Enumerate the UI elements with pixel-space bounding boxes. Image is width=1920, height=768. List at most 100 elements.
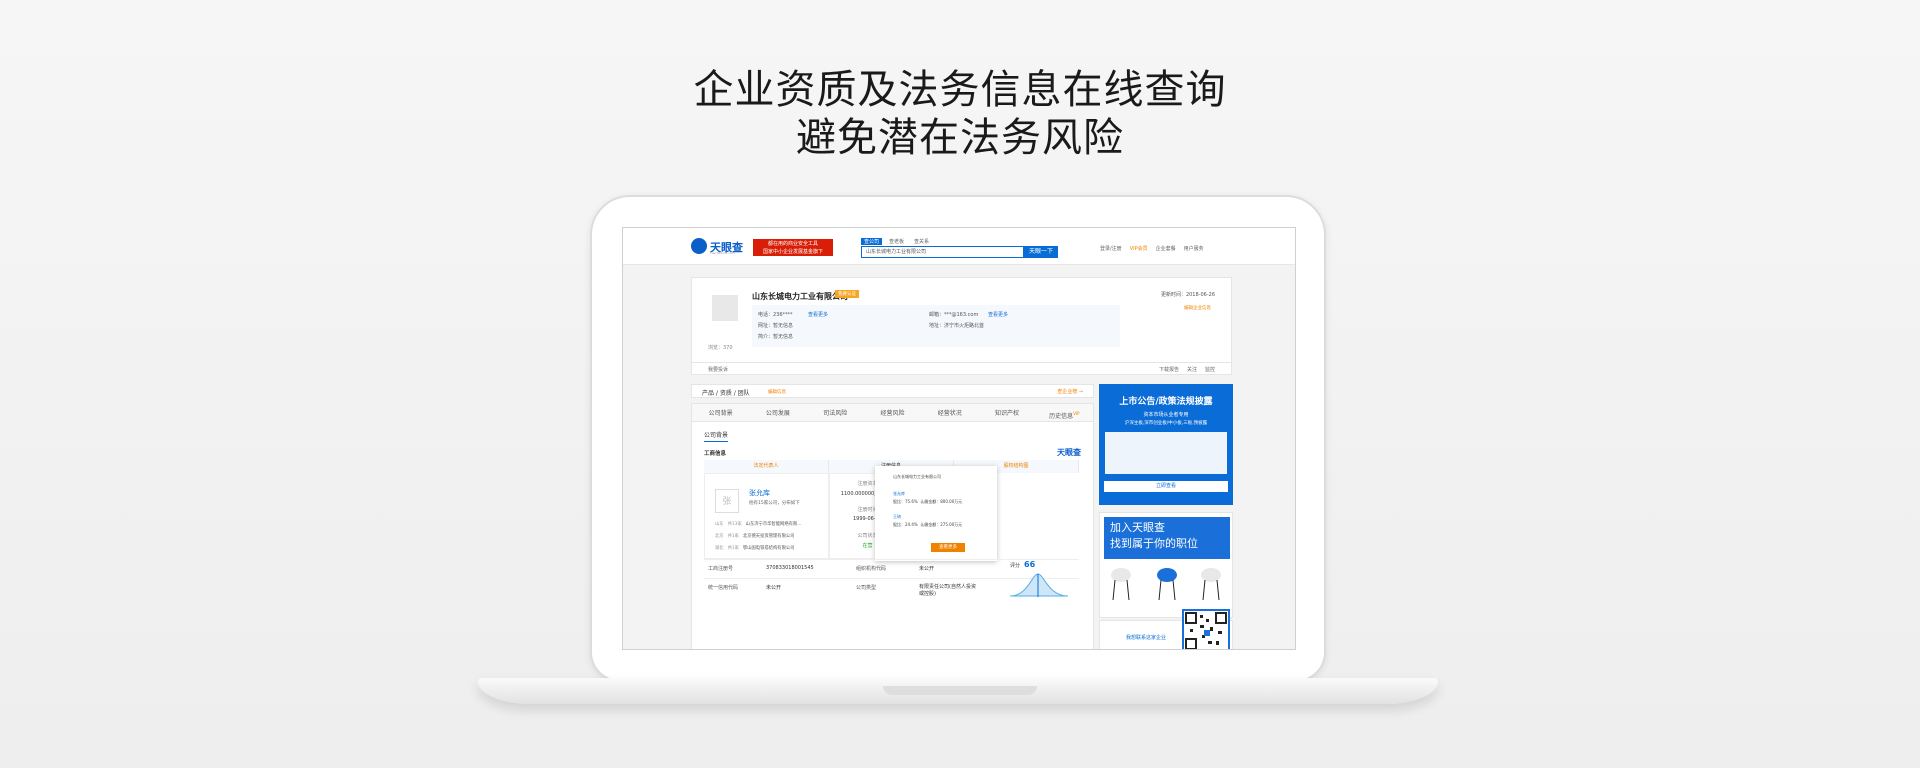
- jobs-ad[interactable]: 加入天眼查 找到属于你的职位: [1099, 512, 1233, 618]
- search-tab-relation[interactable]: 查关系: [911, 238, 932, 245]
- nav-service[interactable]: 用户服务: [1184, 245, 1204, 252]
- company-tabs: 公司背景 公司发展 司法风险 经营风险 经营状况 知识产权 历史信息VIP: [691, 403, 1094, 422]
- popup-ratio-2-text: 股比：24.4%: [893, 522, 918, 527]
- headline-line-1: 企业资质及法务信息在线查询: [693, 67, 1227, 113]
- qr-pattern: [1185, 612, 1227, 649]
- products-note[interactable]: 编辑信息: [768, 389, 786, 395]
- popup-ratio-1-text: 股比：75.6%: [893, 499, 918, 504]
- table-key: 公司类型: [856, 585, 877, 591]
- phone-more-link[interactable]: 查看更多: [808, 311, 828, 318]
- monitor-link[interactable]: 监控: [1205, 366, 1215, 373]
- tab-development[interactable]: 公司发展: [749, 404, 806, 421]
- relation-prov: 湖北: [715, 546, 724, 551]
- chair-icon: [1201, 568, 1221, 601]
- nav-login[interactable]: 登录/注册: [1100, 245, 1122, 252]
- company-phone: 电话：236****: [758, 312, 793, 318]
- popup-person-1[interactable]: 张允库: [893, 491, 905, 497]
- section-title: 工商信息: [704, 451, 727, 457]
- promo-banner[interactable]: 都在用的商业安全工具 国家中小企业发展基金旗下: [753, 239, 833, 256]
- popup-company: 山东长城电力工业有限公司: [893, 474, 941, 479]
- tab-ip[interactable]: 知识产权: [978, 404, 1035, 421]
- table-value: 未公开: [766, 585, 782, 591]
- company-address: 地址：济宁市火炬路北首: [929, 323, 985, 329]
- tab-operating-status[interactable]: 经营状况: [921, 404, 978, 421]
- relation-row[interactable]: 山东 共13家 山东济宁市华智能网络有限...: [715, 521, 801, 527]
- products-right-link[interactable]: 查企业榜 →: [1057, 388, 1083, 395]
- relation-prov: 北京: [715, 534, 724, 539]
- laptop-notch: [883, 686, 1037, 695]
- email-more-link[interactable]: 查看更多: [988, 311, 1008, 318]
- listing-ad-sub2: 沪深主板,深市创业板/中小板,三板,预披露: [1124, 421, 1208, 426]
- tab-judicial-risk[interactable]: 司法风险: [807, 404, 864, 421]
- table-key: 工商注册号: [708, 566, 734, 572]
- nav-enterprise[interactable]: 企业套餐: [1156, 245, 1176, 252]
- table-value: 未公开: [919, 566, 935, 572]
- legal-rep-summary: 他有15家公司，分布如下: [749, 501, 800, 506]
- contact-ad[interactable]: 我想联系这家企业: [1099, 609, 1233, 649]
- site-header: 天眼查 TianYanCha.com 都在用的商业安全工具 国家中小企业发展基金…: [623, 228, 1295, 265]
- table-key: 组织机构代码: [856, 566, 887, 572]
- vip-tag: VIP: [1073, 411, 1080, 416]
- search-input[interactable]: 山东长城电力工业有限公司: [861, 246, 1024, 258]
- complaint-link[interactable]: 我要投诉: [708, 366, 728, 373]
- score-label: 评分: [1010, 563, 1021, 569]
- follow-link[interactable]: 关注: [1187, 366, 1197, 373]
- table-value: 370833018001545: [766, 565, 814, 571]
- jobs-ad-line-1: 加入天眼查: [1110, 521, 1165, 534]
- site-logo[interactable]: 天眼查 TianYanCha.com: [691, 238, 749, 256]
- company-intro: 简介：暂无信息: [758, 334, 794, 340]
- table-key: 统一信用代码: [708, 585, 739, 591]
- tab-operating-risk[interactable]: 经营风险: [864, 404, 921, 421]
- eye-logo-icon: [691, 238, 707, 254]
- headline: 企业资质及法务信息在线查询 避免潜在法务风险: [0, 66, 1920, 162]
- section-logo: 天眼查: [1057, 448, 1081, 457]
- update-time: 更新时间：2018-06-26: [1160, 292, 1215, 298]
- jobs-ad-line-2: 找到属于你的职位: [1110, 537, 1198, 550]
- search-tab-company[interactable]: 查公司: [861, 238, 883, 245]
- relation-row[interactable]: 北京 共1家 北京德天投资管理有限公司: [715, 533, 794, 539]
- listing-ad-title: 上市公告/政策法规披露: [1119, 397, 1213, 407]
- tab-history[interactable]: 历史信息VIP: [1036, 404, 1093, 421]
- products-title: 产品 / 资质 / 团队: [702, 390, 750, 397]
- score-curve: [1010, 573, 1069, 597]
- listing-ad-sub: 资本市场从业者专用: [1143, 412, 1189, 418]
- popup-amount-1: 认缴金额：800.00万元: [920, 499, 963, 504]
- jobs-ad-header: 加入天眼查 找到属于你的职位: [1104, 517, 1230, 559]
- company-card-footer: 我要投诉 下载报告 关注 监控: [691, 363, 1232, 375]
- legal-rep-cell: 张 张允库 他有15家公司，分布如下 山东 共13家 山东济宁市华智能网络有限...…: [704, 473, 829, 559]
- tab-background[interactable]: 公司背景: [692, 404, 749, 421]
- popup-person-2[interactable]: 王琦: [893, 514, 901, 520]
- relation-row[interactable]: 湖北 共1家 鄂山国电铁塔结构有限公司: [715, 545, 794, 551]
- popup-more-button[interactable]: 查看更多: [931, 543, 965, 552]
- score: 评分 66: [1010, 560, 1035, 569]
- score-curve-area: [1010, 573, 1069, 597]
- certify-badge[interactable]: 我要认证: [835, 290, 859, 298]
- grid-head-legal: 法定代表人: [704, 460, 829, 473]
- score-value: 66: [1024, 560, 1036, 569]
- search-tab-boss[interactable]: 查老板: [886, 238, 907, 245]
- relation-count: 共1家: [727, 534, 739, 539]
- download-report-link[interactable]: 下载报告: [1159, 366, 1179, 373]
- sub-tab-background[interactable]: 公司背景: [704, 430, 729, 442]
- listing-ad-image: [1105, 432, 1227, 474]
- top-nav: 登录/注册 VIP会员 企业套餐 用户服务: [1100, 245, 1204, 252]
- logo-sub: TianYanCha.com: [710, 251, 735, 255]
- promo-line-2: 国家中小企业发展基金旗下: [762, 249, 823, 255]
- search-button[interactable]: 天眼一下: [1024, 246, 1058, 258]
- legal-rep-name[interactable]: 张允库: [749, 488, 770, 498]
- listing-ad[interactable]: 上市公告/政策法规披露 资本市场从业者专用 沪深主板,深市创业板/中小板,三板,…: [1099, 384, 1233, 505]
- company-views: 浏览：370: [708, 345, 733, 351]
- relation-prov: 山东: [715, 522, 724, 527]
- relation-name: 鄂山国电铁塔结构有限公司: [742, 546, 795, 551]
- nav-vip[interactable]: VIP会员: [1130, 245, 1148, 252]
- edit-company-link[interactable]: 编辑企业信息: [1184, 305, 1211, 311]
- company-name: 山东长城电力工业有限公司: [752, 292, 848, 301]
- listing-ad-button[interactable]: 立即查看: [1104, 481, 1228, 492]
- table-value: 有限责任公司(自然人投资或控股): [919, 584, 976, 597]
- tab-history-label: 历史信息: [1049, 413, 1074, 420]
- search-tabs: 查公司 查老板 查关系: [861, 238, 932, 245]
- contact-ad-text: 我想联系这家企业: [1126, 635, 1167, 641]
- laptop-screen: 天眼查 TianYanCha.com 都在用的商业安全工具 国家中小企业发展基金…: [622, 227, 1296, 650]
- relation-name: 山东济宁市华智能网络有限...: [745, 522, 802, 527]
- relation-count: 共13家: [727, 522, 742, 527]
